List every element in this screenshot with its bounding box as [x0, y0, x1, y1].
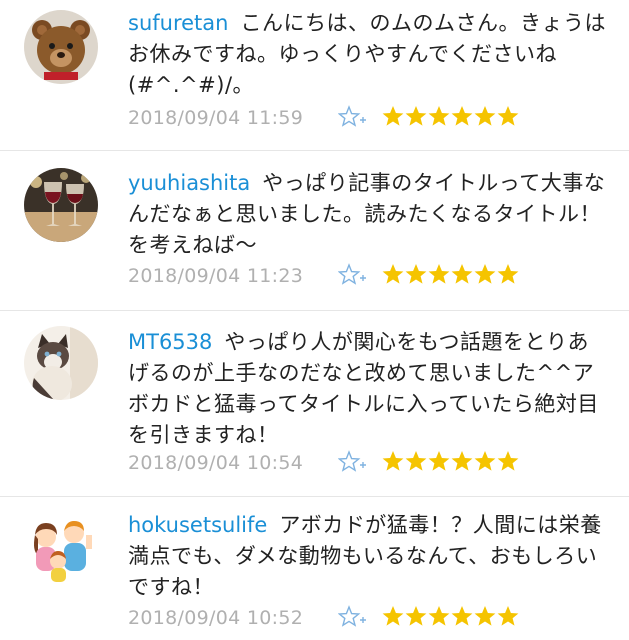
username-link[interactable]: yuuhiashita [128, 171, 250, 195]
star-icon [428, 264, 450, 284]
star-icon [405, 106, 427, 126]
cat-avatar-image [24, 326, 98, 400]
star-icon [451, 264, 473, 284]
avatar[interactable] [24, 10, 98, 84]
star-icon [451, 606, 473, 626]
username-link[interactable]: sufuretan [128, 11, 228, 35]
star-icon [405, 606, 427, 626]
avatar[interactable] [24, 168, 98, 242]
timestamp: 2018/09/04 11:23 [128, 265, 304, 287]
comment-item: hokusetsulife アボカドが猛毒！？人間には栄養満点でも、ダメな動物もい… [0, 497, 629, 640]
star-rating [382, 449, 519, 475]
star-rating [382, 104, 519, 130]
comment-body: hokusetsulife アボカドが猛毒！？人間には栄養満点でも、ダメな動物もい… [128, 510, 610, 603]
comment-meta: 2018/09/04 10:52 [128, 603, 608, 633]
star-icon [451, 106, 473, 126]
family-illustration-avatar-image [24, 511, 98, 585]
add-star-button[interactable] [338, 605, 368, 629]
comment-item: yuuhiashita やっぱり記事のタイトルって大事なんだなぁと思いました。読み… [0, 151, 629, 310]
timestamp: 2018/09/04 10:52 [128, 607, 304, 629]
comment-list: sufuretan こんにちは、のムのムさん。きょうはお休みですね。ゆっくりやすん… [0, 0, 629, 640]
avatar[interactable] [24, 511, 98, 585]
add-star-button[interactable] [338, 450, 368, 474]
timestamp: 2018/09/04 11:59 [128, 107, 304, 129]
star-icon [474, 606, 496, 626]
star-icon [405, 264, 427, 284]
star-icon [474, 451, 496, 471]
teddy-bear-avatar-image [24, 10, 98, 84]
star-icon [428, 451, 450, 471]
comment-meta: 2018/09/04 11:23 [128, 261, 608, 291]
add-star-icon [338, 450, 366, 472]
star-rating [382, 262, 519, 288]
star-icon [428, 606, 450, 626]
username-link[interactable]: hokusetsulife [128, 513, 267, 537]
star-icon [382, 451, 404, 471]
star-icon [474, 264, 496, 284]
username-link[interactable]: MT6538 [128, 330, 212, 354]
add-star-icon [338, 263, 366, 285]
star-icon [382, 606, 404, 626]
star-icon [382, 264, 404, 284]
star-icon [497, 106, 519, 126]
comment-body: MT6538 やっぱり人が関心をもつ話題をとりあげるのが上手なのだなと改めて思いま… [128, 327, 610, 451]
avatar[interactable] [24, 326, 98, 400]
star-icon [497, 264, 519, 284]
comment-body: sufuretan こんにちは、のムのムさん。きょうはお休みですね。ゆっくりやすん… [128, 8, 610, 101]
wine-glasses-avatar-image [24, 168, 98, 242]
comment-item: sufuretan こんにちは、のムのムさん。きょうはお休みですね。ゆっくりやすん… [0, 0, 629, 150]
star-icon [382, 106, 404, 126]
star-icon [428, 106, 450, 126]
add-star-button[interactable] [338, 263, 368, 287]
star-icon [451, 451, 473, 471]
comment-meta: 2018/09/04 10:54 [128, 448, 608, 478]
star-icon [497, 451, 519, 471]
comment-item: MT6538 やっぱり人が関心をもつ話題をとりあげるのが上手なのだなと改めて思いま… [0, 311, 629, 496]
add-star-button[interactable] [338, 105, 368, 129]
star-icon [474, 106, 496, 126]
timestamp: 2018/09/04 10:54 [128, 452, 304, 474]
comment-meta: 2018/09/04 11:59 [128, 103, 608, 133]
comment-body: yuuhiashita やっぱり記事のタイトルって大事なんだなぁと思いました。読み… [128, 168, 610, 261]
add-star-icon [338, 605, 366, 627]
star-rating [382, 604, 519, 630]
star-icon [405, 451, 427, 471]
add-star-icon [338, 105, 366, 127]
star-icon [497, 606, 519, 626]
